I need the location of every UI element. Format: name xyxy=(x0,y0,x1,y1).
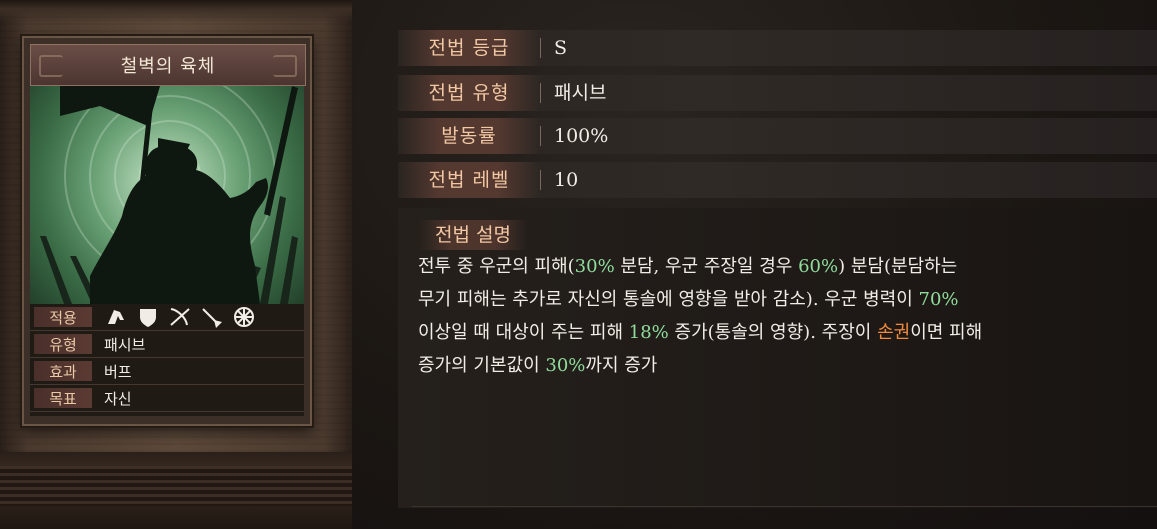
highlight-name: 손권 xyxy=(877,322,911,343)
stat-value: 10 xyxy=(554,169,579,191)
scroll-rod-top xyxy=(0,0,352,22)
shield-icon xyxy=(136,306,160,328)
stat-label: 발동률 xyxy=(398,118,540,154)
scroll-rod-bottom xyxy=(0,452,352,529)
info-key: 유형 xyxy=(34,334,92,354)
stat-value: S xyxy=(554,37,568,59)
card-scroll-panel: 철벽의 육체 적용 유형 패시브 효과 버프 목표 자신 xyxy=(0,0,352,529)
unit-type-icons xyxy=(104,306,256,328)
stat-divider xyxy=(540,38,541,58)
warrior-silhouette-icon xyxy=(40,86,298,304)
info-key: 적용 xyxy=(34,307,92,327)
bow-icon xyxy=(168,306,192,328)
description-segment: 분담, 우군 주장일 경우 xyxy=(614,256,799,277)
stat-row-rate: 발동률 100% xyxy=(398,118,1157,154)
highlight-value: 30% xyxy=(574,256,615,277)
info-key: 목표 xyxy=(34,388,92,408)
ornament-left-icon xyxy=(39,55,63,77)
info-row-target: 목표 자신 xyxy=(30,385,304,412)
info-value: 패시브 xyxy=(104,336,146,354)
stat-divider xyxy=(540,170,541,190)
info-row-apply: 적용 xyxy=(30,304,304,331)
card-artwork xyxy=(30,86,304,304)
description-segment: 전투 중 우군의 피해( xyxy=(418,256,575,277)
highlight-value: 70% xyxy=(918,289,959,310)
info-key: 효과 xyxy=(34,361,92,381)
highlight-value: 30% xyxy=(545,355,586,376)
description-label: 전법 설명 xyxy=(418,220,528,250)
cavalry-icon xyxy=(104,306,128,328)
stat-value: 패시브 xyxy=(554,82,607,104)
info-value: 자신 xyxy=(104,390,132,408)
stat-divider xyxy=(540,83,541,103)
stat-label: 전법 등급 xyxy=(398,30,540,66)
info-row-effect: 효과 버프 xyxy=(30,358,304,385)
wheel-icon xyxy=(232,306,256,328)
divider xyxy=(412,506,1157,507)
description-segment: 증가(통솔의 영향). 주장이 xyxy=(668,322,878,343)
tactic-card: 철벽의 육체 적용 유형 패시브 효과 버프 목표 자신 xyxy=(22,36,312,426)
info-row-type: 유형 패시브 xyxy=(30,331,304,358)
stat-value: 100% xyxy=(554,125,609,147)
card-info-table: 적용 유형 패시브 효과 버프 목표 자신 xyxy=(30,304,304,416)
stat-row-level: 전법 레벨 10 xyxy=(398,162,1157,198)
stat-divider xyxy=(540,126,541,146)
highlight-value: 18% xyxy=(628,322,669,343)
highlight-value: 60% xyxy=(798,256,839,277)
ornament-right-icon xyxy=(273,55,297,77)
card-title: 철벽의 육체 xyxy=(120,56,216,77)
info-value: 버프 xyxy=(104,363,132,381)
description-segment: 이상일 때 대상이 주는 피해 xyxy=(418,322,624,343)
spear-icon xyxy=(200,306,224,328)
description-text: 전투 중 우군의 피해(30% 분담, 우군 주장일 경우 60%) 분담(분담… xyxy=(418,250,1153,382)
card-title-bar: 철벽의 육체 xyxy=(30,44,306,86)
stat-label: 전법 유형 xyxy=(398,75,540,111)
stat-row-type: 전법 유형 패시브 xyxy=(398,75,1157,111)
description-segment: 까지 증가 xyxy=(585,355,658,376)
description-box: 전법 설명 전투 중 우군의 피해(30% 분담, 우군 주장일 경우 60%)… xyxy=(398,208,1157,508)
stat-label: 전법 레벨 xyxy=(398,162,540,198)
stat-row-grade: 전법 등급 S xyxy=(398,30,1157,66)
